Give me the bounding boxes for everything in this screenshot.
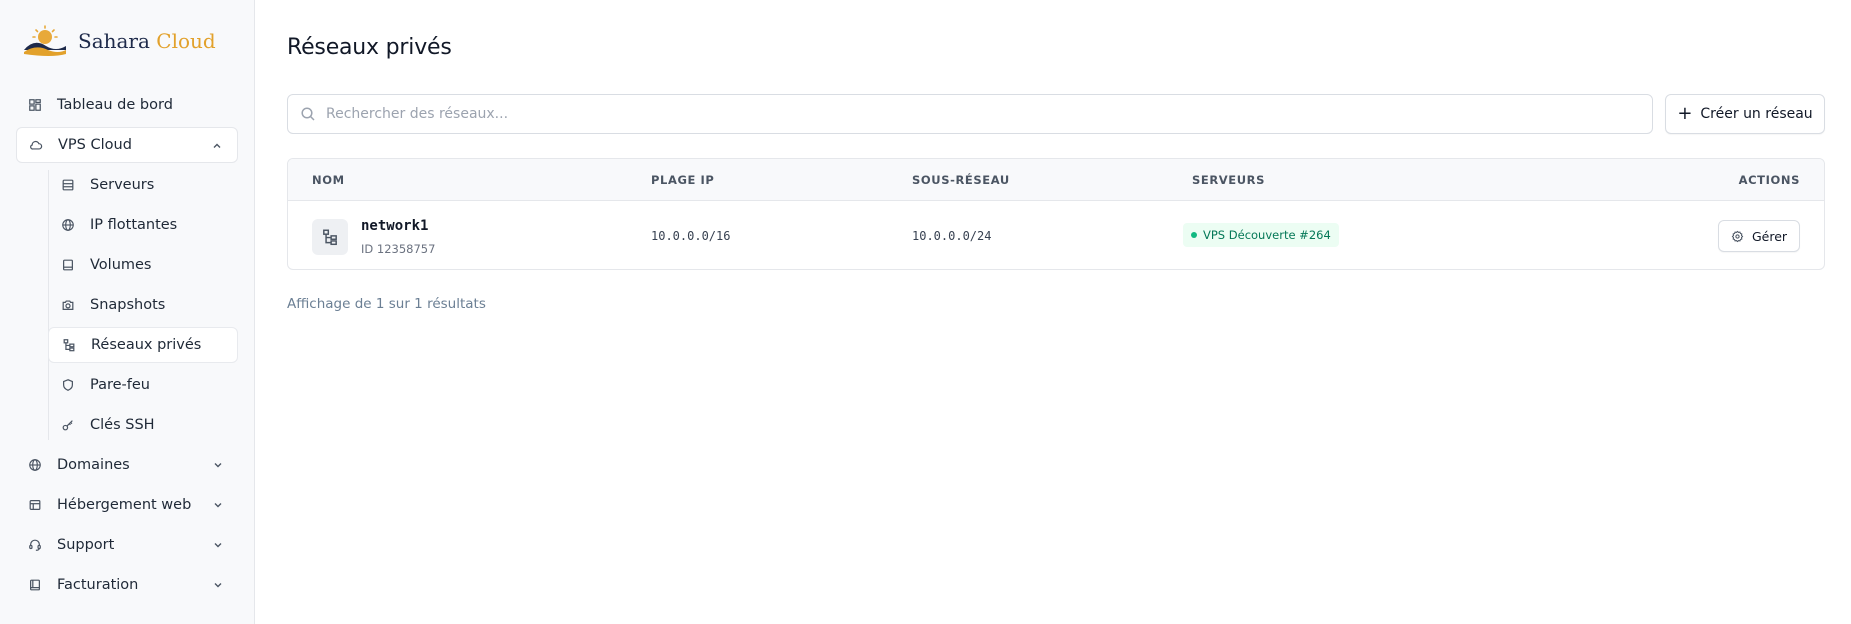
sidebar-item-label: Volumes — [90, 257, 152, 273]
shield-icon — [60, 377, 76, 393]
brand-name-part1: Sahara — [78, 29, 150, 53]
sidebar-item-servers[interactable]: Serveurs — [48, 167, 238, 203]
column-header-actions: ACTIONS — [1738, 173, 1800, 187]
sidebar-item-vps-cloud[interactable]: VPS Cloud — [16, 127, 238, 163]
sidebar-item-ssh-keys[interactable]: Clés SSH — [48, 407, 238, 443]
sidebar-item-label: Facturation — [57, 577, 139, 593]
networks-table: NOM PLAGE IP SOUS-RÉSEAU SERVEURS ACTION… — [287, 158, 1825, 270]
manage-button-label: Gérer — [1751, 228, 1788, 244]
network-icon — [61, 337, 77, 353]
sidebar-item-web-hosting[interactable]: Hébergement web — [16, 487, 238, 523]
sidebar-item-support[interactable]: Support — [16, 527, 238, 563]
key-icon — [60, 417, 76, 433]
camera-icon — [60, 297, 76, 313]
network-name[interactable]: network1 — [361, 218, 428, 234]
server-icon — [60, 177, 76, 193]
chevron-down-icon[interactable] — [212, 459, 224, 471]
sidebar-item-label: Snapshots — [90, 297, 166, 313]
sidebar-item-snapshots[interactable]: Snapshots — [48, 287, 238, 323]
sidebar: Sahara Cloud Tableau de bord VPS Cloud S… — [0, 0, 255, 624]
manage-button[interactable]: Gérer — [1718, 220, 1800, 252]
sidebar-item-firewall[interactable]: Pare-feu — [48, 367, 238, 403]
globe-icon — [60, 217, 76, 233]
sidebar-item-label: Serveurs — [90, 177, 155, 193]
chevron-down-icon[interactable] — [212, 579, 224, 591]
column-header-ip-range[interactable]: PLAGE IP — [651, 159, 714, 201]
volume-icon — [60, 257, 76, 273]
search-icon — [300, 106, 316, 122]
sidebar-item-floating-ips[interactable]: IP flottantes — [48, 207, 238, 243]
dashboard-icon — [27, 97, 43, 113]
globe-icon — [27, 457, 43, 473]
table-header: NOM PLAGE IP SOUS-RÉSEAU SERVEURS ACTION… — [288, 159, 1824, 201]
status-dot — [1191, 232, 1197, 238]
ip-range-value: 10.0.0.0/16 — [651, 229, 731, 243]
chevron-down-icon[interactable] — [212, 539, 224, 551]
sidebar-item-label: Pare-feu — [90, 377, 150, 393]
sidebar-item-label: VPS Cloud — [58, 137, 132, 153]
headset-icon — [27, 537, 43, 553]
billing-icon — [27, 577, 43, 593]
brand-logo[interactable]: Sahara Cloud — [22, 24, 216, 58]
search-box[interactable] — [287, 94, 1653, 134]
network-id: ID 12358757 — [361, 242, 436, 256]
web-hosting-icon — [27, 497, 43, 513]
page-title: Réseaux privés — [287, 35, 452, 60]
main-content: Réseaux privés + Créer un réseau NOM PLA… — [255, 0, 1851, 624]
server-badge-label: VPS Découverte #264 — [1203, 228, 1331, 242]
brand-name-part2: Cloud — [156, 29, 216, 53]
search-input[interactable] — [326, 106, 1626, 122]
create-network-label: Créer un réseau — [1700, 106, 1813, 122]
cloud-icon — [28, 137, 44, 153]
column-header-name[interactable]: NOM — [312, 159, 345, 201]
sidebar-item-volumes[interactable]: Volumes — [48, 247, 238, 283]
sidebar-item-label: Réseaux privés — [91, 337, 202, 353]
plus-icon: + — [1677, 103, 1693, 124]
column-header-subnet[interactable]: SOUS-RÉSEAU — [912, 159, 1010, 201]
sidebar-item-label: IP flottantes — [90, 217, 178, 233]
dunes-sun-logo-icon — [24, 25, 66, 56]
sidebar-item-label: Support — [57, 537, 115, 553]
network-icon — [312, 219, 348, 255]
sidebar-item-label: Hébergement web — [57, 497, 192, 513]
subnet-value: 10.0.0.0/24 — [912, 229, 992, 243]
results-count: Affichage de 1 sur 1 résultats — [287, 296, 486, 312]
server-badge[interactable]: VPS Découverte #264 — [1183, 223, 1339, 247]
chevron-up-icon[interactable] — [211, 140, 223, 152]
sidebar-item-private-networks[interactable]: Réseaux privés — [48, 327, 238, 363]
table-row[interactable]: network1 ID 12358757 10.0.0.0/16 10.0.0.… — [288, 201, 1824, 269]
chevron-down-icon[interactable] — [212, 499, 224, 511]
column-header-servers[interactable]: SERVEURS — [1192, 159, 1265, 201]
sidebar-item-label: Clés SSH — [90, 417, 155, 433]
sidebar-item-domains[interactable]: Domaines — [16, 447, 238, 483]
sidebar-item-billing[interactable]: Facturation — [16, 567, 238, 603]
brand-name: Sahara Cloud — [78, 29, 216, 53]
create-network-button[interactable]: + Créer un réseau — [1665, 94, 1825, 134]
sidebar-item-label: Domaines — [57, 457, 130, 473]
sidebar-item-label: Tableau de bord — [57, 97, 173, 113]
gear-icon — [1731, 230, 1744, 243]
sidebar-item-dashboard[interactable]: Tableau de bord — [16, 87, 238, 123]
